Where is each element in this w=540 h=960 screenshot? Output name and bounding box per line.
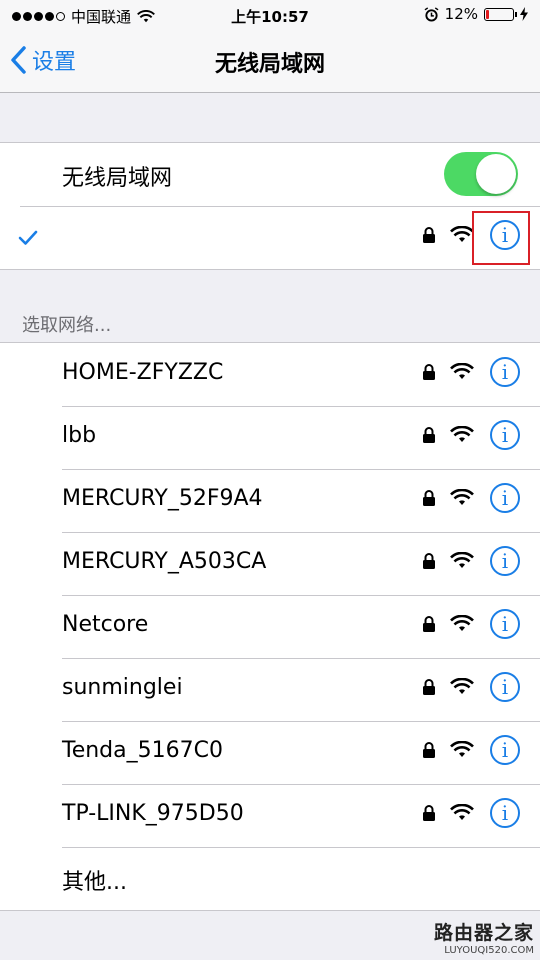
watermark-title: 路由器之家 <box>433 922 534 944</box>
lock-icon <box>423 490 435 506</box>
info-icon[interactable]: i <box>490 735 520 765</box>
network-name: HOME-ZFYZZC <box>62 360 224 385</box>
network-icons: i <box>422 798 520 828</box>
network-row[interactable]: lbb i <box>0 406 540 469</box>
lock-icon <box>423 616 435 632</box>
network-row[interactable]: sunminglei i <box>0 658 540 721</box>
wifi-signal-icon <box>450 489 474 505</box>
info-icon[interactable]: i <box>490 672 520 702</box>
network-name: Netcore <box>62 612 149 637</box>
network-name: Tenda_5167C0 <box>62 738 223 763</box>
status-right: 12% <box>424 5 528 23</box>
battery-icon <box>484 7 517 21</box>
network-icons: i <box>422 672 520 702</box>
lock-icon <box>423 805 435 821</box>
info-icon[interactable]: i <box>490 798 520 828</box>
network-icons: i <box>422 735 520 765</box>
network-row[interactable]: MERCURY_A503CA i <box>0 532 540 595</box>
network-list: HOME-ZFYZZC i lbb i MERCURY_52F9A4 i MERCURY_A… <box>0 342 540 911</box>
lock-icon <box>423 742 435 758</box>
network-name: TP-LINK_975D50 <box>62 801 244 826</box>
lock-icon <box>423 227 435 243</box>
info-icon[interactable]: i <box>490 609 520 639</box>
info-icon[interactable]: i <box>490 420 520 450</box>
network-row[interactable]: Netcore i <box>0 595 540 658</box>
wifi-toggle-switch[interactable] <box>444 152 518 196</box>
charging-icon <box>520 7 528 21</box>
wifi-signal-icon <box>450 552 474 568</box>
network-name: MERCURY_52F9A4 <box>62 486 263 511</box>
lock-icon <box>423 553 435 569</box>
info-icon[interactable]: i <box>490 546 520 576</box>
wifi-toggle-row: 无线局域网 <box>0 143 540 206</box>
lock-icon <box>423 364 435 380</box>
wifi-signal-icon <box>450 804 474 820</box>
network-icons: i <box>422 483 520 513</box>
network-name: sunminglei <box>62 675 183 700</box>
watermark: 路由器之家 LUYOUQI520.COM <box>434 918 534 956</box>
network-row[interactable]: HOME-ZFYZZC i <box>0 343 540 406</box>
info-icon[interactable]: i <box>490 483 520 513</box>
lock-icon <box>423 427 435 443</box>
status-bar: 中国联通 上午10:57 12% <box>0 0 540 30</box>
connected-network-row[interactable]: i <box>0 206 540 269</box>
wifi-signal-icon <box>450 426 474 442</box>
watermark-url: LUYOUQI520.COM <box>444 945 534 956</box>
wifi-signal-icon <box>450 741 474 757</box>
network-row[interactable]: TP-LINK_975D50 i <box>0 784 540 847</box>
wifi-signal-icon <box>450 226 474 242</box>
other-network-row[interactable]: 其他... <box>0 847 540 910</box>
highlight-box <box>472 211 530 265</box>
wifi-settings-group: 无线局域网 i <box>0 142 540 270</box>
network-icons: i <box>422 546 520 576</box>
wifi-toggle-label: 无线局域网 <box>62 166 173 191</box>
wifi-signal-icon <box>450 615 474 631</box>
info-icon[interactable]: i <box>490 357 520 387</box>
network-name: lbb <box>62 423 97 448</box>
network-row[interactable]: MERCURY_52F9A4 i <box>0 469 540 532</box>
wifi-signal-icon <box>450 678 474 694</box>
battery-percent: 12% <box>444 5 478 23</box>
network-icons: i <box>422 357 520 387</box>
network-icons: i <box>422 420 520 450</box>
other-network-label: 其他... <box>62 870 127 895</box>
network-icons: i <box>422 609 520 639</box>
lock-icon <box>423 679 435 695</box>
wifi-signal-icon <box>450 363 474 379</box>
alarm-icon <box>424 6 439 22</box>
toggle-knob <box>476 154 516 194</box>
checkmark-icon <box>18 230 38 245</box>
navigation-bar: 设置 无线局域网 <box>0 30 540 93</box>
network-name: MERCURY_A503CA <box>62 549 267 574</box>
page-title: 无线局域网 <box>214 52 325 77</box>
section-header: 选取网络... <box>22 315 112 336</box>
network-row[interactable]: Tenda_5167C0 i <box>0 721 540 784</box>
